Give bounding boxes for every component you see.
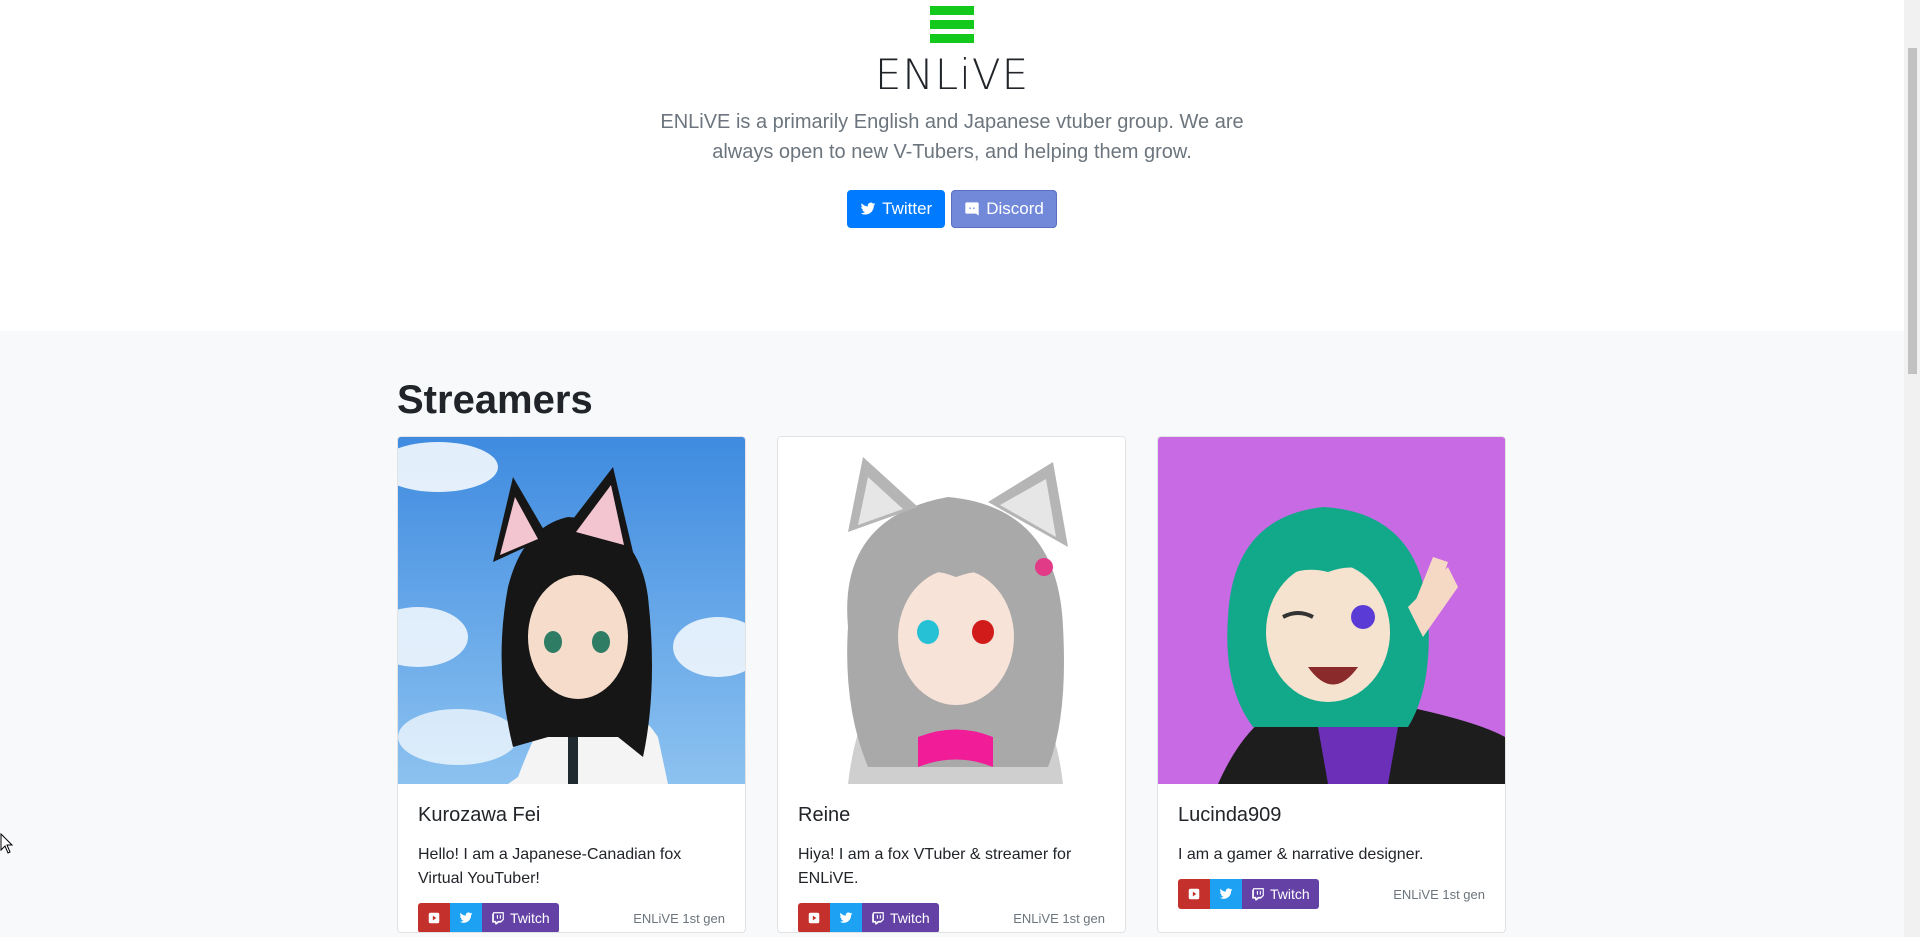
twitch-label: Twitch — [510, 910, 550, 926]
twitch-label: Twitch — [1270, 886, 1310, 902]
mouse-cursor-icon — [0, 833, 14, 854]
vertical-scrollbar[interactable] — [1904, 0, 1920, 937]
streamer-description: Hello! I am a Japanese-Canadian fox Virt… — [418, 846, 682, 887]
youtube-button[interactable] — [1178, 879, 1210, 909]
twitter-icon — [839, 912, 853, 923]
youtube-icon — [428, 912, 440, 924]
hero-buttons: Twitter Discord — [0, 190, 1904, 228]
streamer-card: Kurozawa Fei Hello! I am a Japanese-Cana… — [397, 436, 746, 933]
streamer-avatar — [778, 437, 1125, 784]
youtube-button[interactable] — [418, 903, 450, 932]
twitter-button[interactable] — [450, 903, 482, 932]
card-footer: Twitch ENLiVE 1st gen — [1178, 879, 1485, 909]
card-footer: Twitch ENLiVE 1st gen — [418, 903, 725, 932]
social-buttons: Twitch — [798, 903, 939, 932]
social-buttons: Twitch — [1178, 879, 1319, 909]
twitch-icon — [492, 912, 504, 925]
streamer-name: Kurozawa Fei — [418, 804, 541, 826]
streamer-card: Lucinda909 I am a gamer & narrative desi… — [1157, 436, 1506, 933]
youtube-icon — [808, 912, 820, 924]
twitch-icon — [1252, 888, 1264, 901]
twitter-button[interactable] — [1210, 879, 1242, 909]
streamer-card: Reine Hiya! I am a fox VTuber & streamer… — [777, 436, 1126, 933]
streamer-description: I am a gamer & narrative designer. — [1178, 846, 1424, 863]
page: ENLiVE ENLiVE is a primarily English and… — [0, 0, 1904, 937]
twitch-button[interactable]: Twitch — [1242, 879, 1319, 909]
twitter-icon — [459, 912, 473, 923]
streamer-description: Hiya! I am a fox VTuber & streamer for E… — [798, 846, 1072, 887]
twitch-button[interactable]: Twitch — [862, 903, 939, 932]
brand-title: ENLiVE — [874, 50, 1030, 99]
twitch-icon — [872, 912, 884, 925]
hamburger-logo-icon — [930, 6, 974, 50]
streamer-avatar — [1158, 437, 1505, 784]
card-footer: Twitch ENLiVE 1st gen — [798, 903, 1105, 932]
generation-label: ENLiVE 1st gen — [633, 910, 725, 926]
hero-section: ENLiVE ENLiVE is a primarily English and… — [0, 0, 1904, 331]
scrollbar-thumb[interactable] — [1908, 48, 1917, 374]
card-body: Lucinda909 I am a gamer & narrative desi… — [1158, 784, 1505, 909]
generation-label: ENLiVE 1st gen — [1013, 910, 1105, 926]
twitter-button[interactable]: Twitter — [847, 190, 946, 228]
twitch-button[interactable]: Twitch — [482, 903, 559, 932]
social-buttons: Twitch — [418, 903, 559, 932]
streamers-heading: Streamers — [397, 378, 593, 422]
streamer-name: Reine — [798, 804, 851, 826]
twitch-label: Twitch — [890, 910, 930, 926]
card-body: Kurozawa Fei Hello! I am a Japanese-Cana… — [398, 784, 745, 932]
youtube-icon — [1188, 888, 1200, 900]
twitter-icon — [860, 202, 876, 215]
generation-label: ENLiVE 1st gen — [1393, 886, 1485, 902]
discord-button-label: Discord — [986, 199, 1044, 218]
discord-button[interactable]: Discord — [951, 190, 1057, 228]
twitter-button[interactable] — [830, 903, 862, 932]
tagline: ENLiVE is a primarily English and Japane… — [660, 111, 1244, 163]
twitter-button-label: Twitter — [882, 199, 933, 218]
card-body: Reine Hiya! I am a fox VTuber & streamer… — [778, 784, 1125, 932]
streamer-name: Lucinda909 — [1178, 804, 1282, 826]
twitter-icon — [1219, 888, 1233, 899]
discord-icon — [965, 202, 979, 216]
youtube-button[interactable] — [798, 903, 830, 932]
streamer-avatar — [398, 437, 745, 784]
